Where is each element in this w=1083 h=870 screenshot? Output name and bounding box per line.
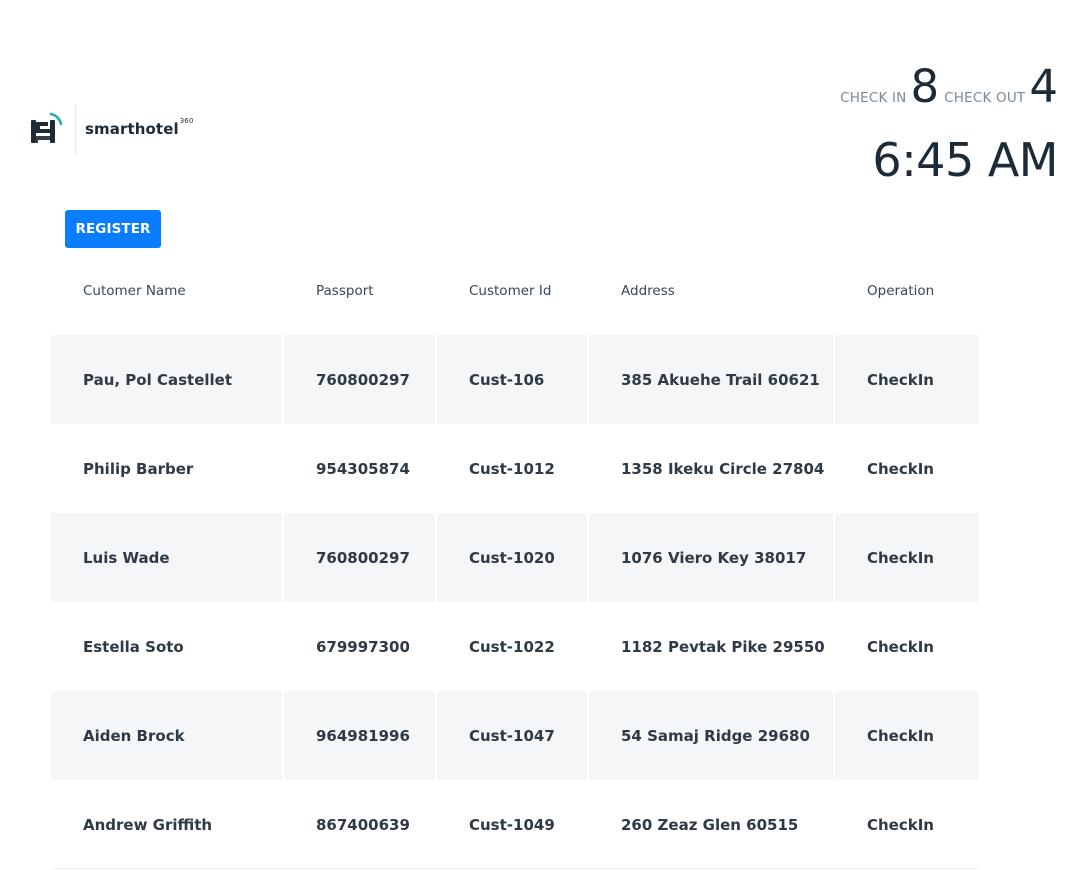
customer-name-cell: Luis Wade	[51, 513, 284, 602]
table-row[interactable]: Pau, Pol Castellet 760800297 Cust-106 38…	[51, 335, 979, 424]
brand-name: smarthotel360	[85, 117, 194, 138]
address-cell: 260 Zeaz Glen 60515	[589, 780, 835, 869]
checkin-action[interactable]: CheckIn	[835, 691, 979, 780]
table-header: Cutomer Name Passport Customer Id Addres…	[51, 246, 979, 335]
address-cell: 1076 Viero Key 38017	[589, 513, 835, 602]
register-button[interactable]: REGISTER	[65, 210, 161, 248]
checkin-action[interactable]: CheckIn	[835, 780, 979, 869]
customer-name-cell: Philip Barber	[51, 424, 284, 513]
passport-cell: 954305874	[284, 424, 437, 513]
checkout-count: 4	[1029, 60, 1058, 113]
table-bottom-divider	[51, 868, 979, 869]
passport-cell: 760800297	[284, 513, 437, 602]
passport-cell: 867400639	[284, 780, 437, 869]
customer-name-cell: Andrew Griffith	[51, 780, 284, 869]
customers-table: Cutomer Name Passport Customer Id Addres…	[51, 246, 979, 869]
occupancy-stats: CHECK IN 8 CHECK OUT 4	[840, 64, 1058, 109]
checkin-action[interactable]: CheckIn	[835, 602, 979, 691]
checkin-action[interactable]: CheckIn	[835, 335, 979, 424]
table-row[interactable]: Philip Barber 954305874 Cust-1012 1358 I…	[51, 424, 979, 513]
customer-id-cell: Cust-1047	[437, 691, 589, 780]
customer-id-cell: Cust-1022	[437, 602, 589, 691]
customer-id-cell: Cust-1012	[437, 424, 589, 513]
column-header-customer-id: Customer Id	[469, 282, 552, 299]
customer-id-cell: Cust-1049	[437, 780, 589, 869]
customer-name-cell: Pau, Pol Castellet	[51, 335, 284, 424]
passport-cell: 964981996	[284, 691, 437, 780]
passport-cell: 679997300	[284, 602, 437, 691]
current-time: 6:45 AM	[872, 133, 1058, 187]
passport-cell: 760800297	[284, 335, 437, 424]
address-cell: 54 Samaj Ridge 29680	[589, 691, 835, 780]
checkout-label: CHECK OUT	[944, 90, 1026, 106]
table-row[interactable]: Estella Soto 679997300 Cust-1022 1182 Pe…	[51, 602, 979, 691]
customer-id-cell: Cust-106	[437, 335, 589, 424]
smarthotel-logo-icon	[29, 104, 65, 154]
address-cell: 1182 Pevtak Pike 29550	[589, 602, 835, 691]
brand-superscript: 360	[179, 117, 194, 125]
column-header-operation: Operation	[867, 282, 935, 299]
customer-name-cell: Aiden Brock	[51, 691, 284, 780]
customer-name-cell: Estella Soto	[51, 602, 284, 691]
table-row[interactable]: Aiden Brock 964981996 Cust-1047 54 Samaj…	[51, 691, 979, 780]
checkin-action[interactable]: CheckIn	[835, 513, 979, 602]
column-header-customer-name: Cutomer Name	[83, 282, 186, 299]
customer-id-cell: Cust-1020	[437, 513, 589, 602]
column-header-passport: Passport	[316, 282, 374, 299]
logo-divider	[75, 104, 76, 154]
brand-logo[interactable]: smarthotel360	[29, 104, 193, 154]
table-row[interactable]: Luis Wade 760800297 Cust-1020 1076 Viero…	[51, 513, 979, 602]
address-cell: 385 Akuehe Trail 60621	[589, 335, 835, 424]
table-row[interactable]: Andrew Griffith 867400639 Cust-1049 260 …	[51, 780, 979, 869]
checkin-action[interactable]: CheckIn	[835, 424, 979, 513]
address-cell: 1358 Ikeku Circle 27804	[589, 424, 835, 513]
column-header-address: Address	[621, 282, 675, 299]
checkin-count: 8	[910, 60, 940, 113]
checkin-label: CHECK IN	[840, 90, 907, 106]
